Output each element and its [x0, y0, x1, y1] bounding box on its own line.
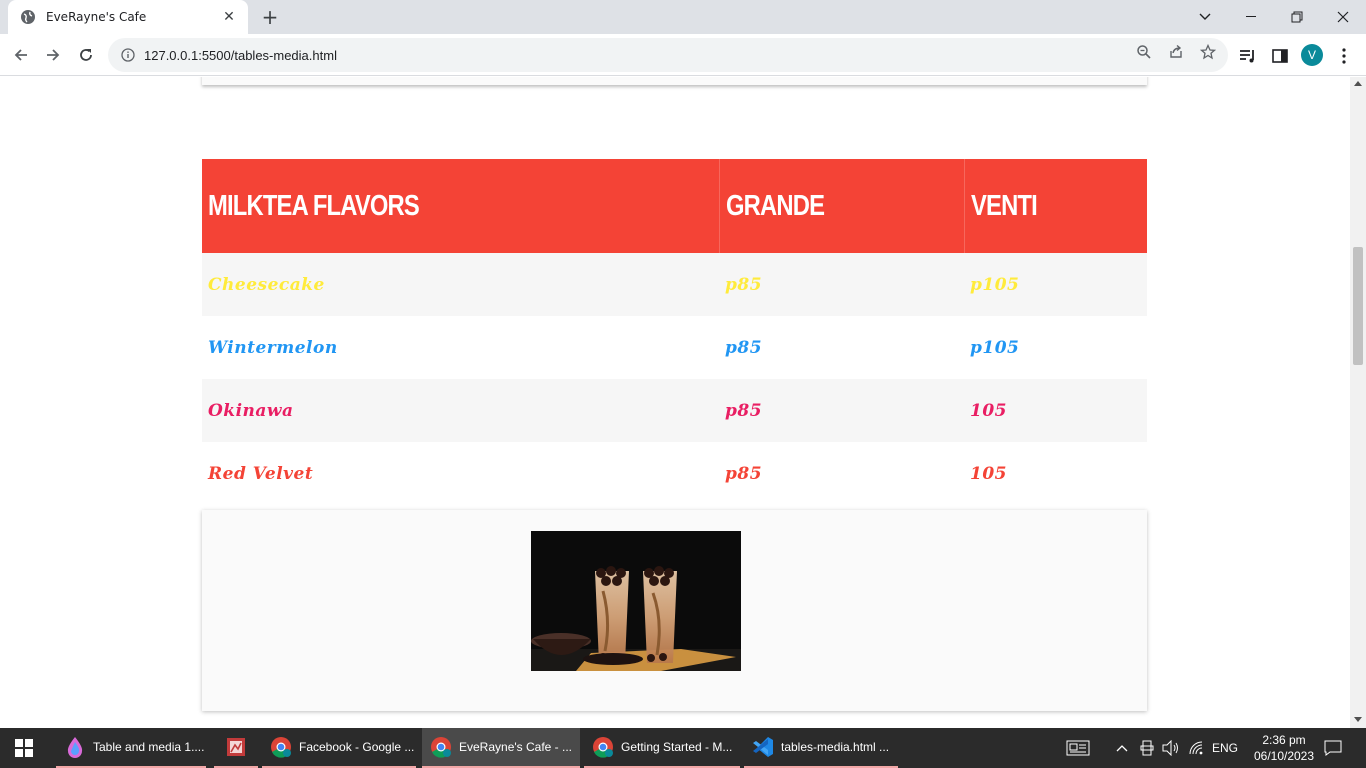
- device-icon[interactable]: [1140, 728, 1154, 768]
- scroll-down-arrow-icon[interactable]: [1354, 717, 1362, 722]
- taskbar-item[interactable]: Table and media 1....: [56, 728, 206, 768]
- taskbar-item[interactable]: tables-media.html ...: [744, 728, 898, 768]
- vscode-icon: [753, 737, 773, 757]
- restore-icon[interactable]: [1274, 0, 1320, 34]
- clock-time: 2:36 pm: [1262, 733, 1306, 747]
- language-indicator[interactable]: ENG: [1212, 728, 1238, 768]
- venti-price-cell: 105: [964, 379, 1147, 442]
- zoom-icon[interactable]: [1135, 43, 1153, 61]
- media-card: [202, 510, 1147, 711]
- milktea-table: MILKTEA FLAVORS GRANDE VENTI Cheesecake …: [202, 159, 1147, 505]
- url-text: 127.0.0.1:5500/tables-media.html: [144, 47, 337, 63]
- volume-icon[interactable]: [1162, 728, 1180, 768]
- reload-icon[interactable]: [73, 42, 99, 68]
- venti-price-cell: 105: [964, 442, 1147, 505]
- globe-icon: [20, 9, 36, 25]
- previous-card: [202, 77, 1147, 85]
- new-tab-plus-icon[interactable]: +: [258, 5, 282, 29]
- venti-price-cell: p105: [964, 253, 1147, 316]
- network-icon[interactable]: [1188, 728, 1204, 768]
- flavor-cell: Red Velvet: [202, 442, 719, 505]
- taskbar-item[interactable]: Facebook - Google ...: [262, 728, 416, 768]
- grande-price-cell: p85: [719, 316, 964, 379]
- news-widget-icon[interactable]: [1066, 728, 1090, 768]
- header-grande: GRANDE: [718, 159, 964, 253]
- taskbar-item[interactable]: Getting Started - M...: [584, 728, 740, 768]
- minimize-icon[interactable]: [1228, 0, 1274, 34]
- close-icon[interactable]: ✕: [220, 9, 238, 25]
- system-clock[interactable]: 2:36 pm 06/10/2023: [1244, 732, 1324, 764]
- more-menu-icon[interactable]: [1334, 46, 1354, 66]
- chevron-up-icon[interactable]: [1116, 728, 1128, 768]
- table-row: Wintermelon p85 p105: [202, 316, 1147, 379]
- windows-start-icon[interactable]: [0, 728, 48, 768]
- reading-list-icon[interactable]: [1238, 46, 1258, 66]
- address-bar[interactable]: 127.0.0.1:5500/tables-media.html: [108, 38, 1228, 72]
- page-viewport: MILKTEA FLAVORS GRANDE VENTI Cheesecake …: [0, 77, 1350, 728]
- table-header-row: MILKTEA FLAVORS GRANDE VENTI: [202, 159, 1147, 253]
- side-panel-icon[interactable]: [1270, 46, 1290, 66]
- bookmark-star-icon[interactable]: [1199, 43, 1217, 61]
- table-row: Red Velvet p85 105: [202, 442, 1147, 505]
- close-window-icon[interactable]: [1320, 0, 1366, 34]
- chrome-icon: [593, 737, 613, 758]
- forward-arrow-icon[interactable]: [40, 42, 66, 68]
- table-row: Cheesecake p85 p105: [202, 253, 1147, 316]
- venti-price-cell: p105: [964, 316, 1147, 379]
- site-info-icon[interactable]: [120, 47, 136, 63]
- browser-tab[interactable]: EveRayne's Cafe ✕: [8, 0, 248, 34]
- chrome-icon: [431, 737, 451, 758]
- flavor-cell: Wintermelon: [202, 316, 719, 379]
- paint-drop-icon: [67, 737, 83, 758]
- browser-toolbar: 127.0.0.1:5500/tables-media.html V: [0, 34, 1366, 76]
- grande-price-cell: p85: [719, 379, 964, 442]
- milktea-photo: [531, 531, 741, 671]
- chrome-icon: [271, 737, 291, 758]
- clock-date: 06/10/2023: [1253, 749, 1315, 763]
- table-row: Okinawa p85 105: [202, 379, 1147, 442]
- taskbar-item-active[interactable]: EveRayne's Cafe - ...: [422, 728, 580, 768]
- scrollbar-thumb[interactable]: [1353, 247, 1363, 365]
- image-editor-icon: [227, 738, 245, 756]
- header-venti: VENTI: [963, 159, 1147, 253]
- back-arrow-icon[interactable]: [8, 42, 34, 68]
- share-icon[interactable]: [1167, 43, 1185, 61]
- vertical-scrollbar[interactable]: [1350, 77, 1366, 728]
- notification-icon[interactable]: [1324, 728, 1342, 768]
- scroll-up-arrow-icon[interactable]: [1354, 81, 1362, 86]
- flavor-cell: Cheesecake: [202, 253, 719, 316]
- windows-taskbar: Table and media 1.... Facebook - Google …: [0, 728, 1366, 768]
- tab-search-chevron-icon[interactable]: [1182, 0, 1228, 34]
- grande-price-cell: p85: [719, 442, 964, 505]
- tab-title: EveRayne's Cafe: [46, 10, 147, 24]
- browser-tab-strip: EveRayne's Cafe ✕ +: [0, 0, 1366, 34]
- header-flavors: MILKTEA FLAVORS: [202, 159, 719, 253]
- taskbar-item[interactable]: [214, 728, 258, 768]
- grande-price-cell: p85: [719, 253, 964, 316]
- flavor-cell: Okinawa: [202, 379, 719, 442]
- profile-avatar[interactable]: V: [1301, 44, 1323, 66]
